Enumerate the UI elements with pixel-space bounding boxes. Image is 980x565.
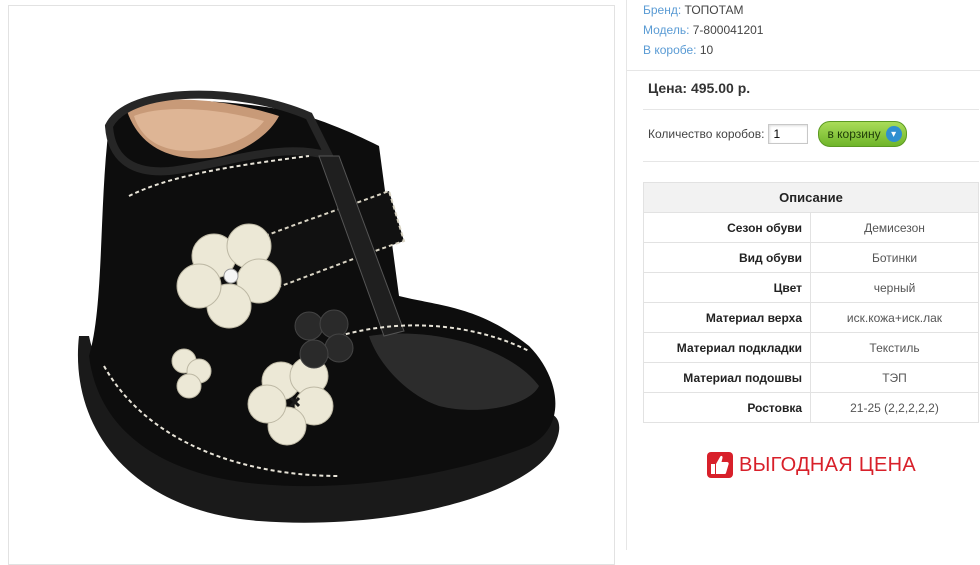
row-key: Цвет [643, 272, 811, 303]
shoe-photo [77, 90, 560, 523]
row-key: Материал верха [643, 302, 811, 333]
divider [643, 161, 979, 162]
row-value: Демисезон [810, 212, 979, 243]
cart-icon: ▾ [885, 126, 902, 142]
table-row: Ростовка 21-25 (2,2,2,2,2) [643, 392, 979, 423]
thumbs-up-icon [707, 452, 733, 478]
table-row: Материал подкладки Текстиль [643, 332, 979, 363]
model-row: Модель: 7-800041201 [643, 20, 763, 40]
table-row: Материал верха иск.кожа+иск.лак [643, 302, 979, 333]
table-row: Цвет черный [643, 272, 979, 303]
quantity-row: Количество коробов: в корзину ▾ [648, 121, 907, 147]
box-value: 10 [699, 43, 714, 57]
divider [627, 70, 980, 71]
model-value: 7-800041201 [692, 23, 764, 37]
brand-row: Бренд: ТОПОТАМ [643, 0, 763, 20]
quantity-label: Количество коробов: [648, 127, 765, 141]
product-info-panel: Бренд: ТОПОТАМ Модель: 7-800041201 В кор… [626, 0, 980, 550]
brand-value: ТОПОТАМ [684, 3, 744, 17]
product-image [8, 5, 615, 565]
table-row: Вид обуви Ботинки [643, 242, 979, 273]
row-value: ТЭП [810, 362, 979, 393]
box-label: В коробе: [643, 43, 697, 57]
row-key: Сезон обуви [643, 212, 811, 243]
divider [643, 109, 979, 110]
product-meta: Бренд: ТОПОТАМ Модель: 7-800041201 В кор… [643, 0, 763, 60]
row-value: Ботинки [810, 242, 979, 273]
promo-banner: ВЫГОДНАЯ ЦЕНА [707, 452, 916, 478]
price: Цена: 495.00 р. [648, 80, 751, 96]
model-label: Модель: [643, 23, 690, 37]
description-table: Описание Сезон обуви Демисезон Вид обуви… [643, 182, 979, 423]
row-key: Вид обуви [643, 242, 811, 273]
promo-text: ВЫГОДНАЯ ЦЕНА [739, 453, 917, 476]
description-title: Описание [643, 182, 979, 213]
row-value: 21-25 (2,2,2,2,2) [810, 392, 979, 423]
row-value: черный [810, 272, 979, 303]
add-to-cart-label: в корзину [827, 127, 881, 141]
box-row: В коробе: 10 [643, 40, 763, 60]
add-to-cart-button[interactable]: в корзину ▾ [818, 121, 907, 147]
quantity-input[interactable] [768, 124, 809, 144]
table-row: Сезон обуви Демисезон [643, 212, 979, 243]
row-value: Текстиль [810, 332, 979, 363]
row-key: Материал подкладки [643, 332, 811, 363]
row-key: Материал подошвы [643, 362, 811, 393]
table-row: Материал подошвы ТЭП [643, 362, 979, 393]
brand-label: Бренд: [643, 3, 682, 17]
row-value: иск.кожа+иск.лак [810, 302, 979, 333]
row-key: Ростовка [643, 392, 811, 423]
